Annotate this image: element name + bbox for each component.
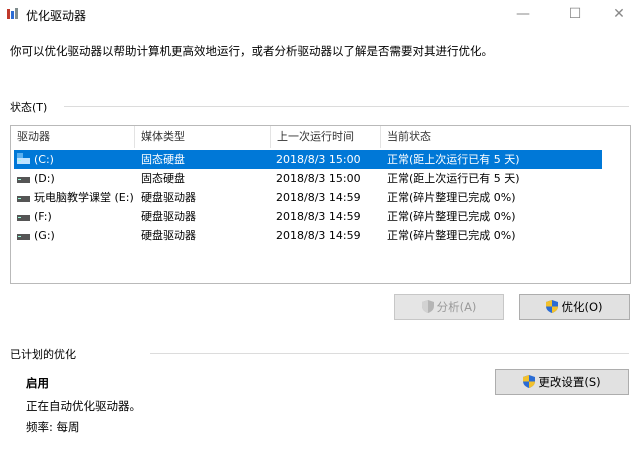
drive-name: (F:) — [34, 210, 52, 223]
drive-icon — [17, 194, 30, 202]
drive-icon — [17, 213, 30, 221]
media-type: 固态硬盘 — [141, 153, 185, 166]
column-header-drive[interactable]: 驱动器 — [11, 126, 135, 148]
last-run-time: 2018/8/3 14:59 — [276, 229, 361, 242]
last-run-time: 2018/8/3 14:59 — [276, 191, 361, 204]
media-type: 硬盘驱动器 — [141, 210, 196, 223]
current-status: 正常(距上次运行已有 5 天) — [387, 153, 520, 166]
schedule-state: 启用 — [26, 376, 49, 390]
drive-name: 玩电脑教学课堂 (E:) — [34, 191, 134, 204]
close-button[interactable]: ✕ — [596, 0, 640, 28]
drive-row-c[interactable]: (C:) 固态硬盘 2018/8/3 15:00 正常(距上次运行已有 5 天) — [14, 150, 602, 169]
current-status: 正常(碎片整理已完成 0%) — [387, 229, 516, 242]
status-section-divider — [64, 106, 629, 107]
drive-icon — [17, 232, 30, 240]
title-bar: 优化驱动器 — ☐ ✕ — [0, 0, 640, 28]
list-header: 驱动器 媒体类型 上一次运行时间 当前状态 — [11, 126, 630, 148]
analyze-button[interactable]: 分析(A) — [394, 294, 504, 320]
column-header-last-run[interactable]: 上一次运行时间 — [271, 126, 381, 148]
last-run-time: 2018/8/3 15:00 — [276, 153, 361, 166]
media-type: 硬盘驱动器 — [141, 229, 196, 242]
last-run-time: 2018/8/3 14:59 — [276, 210, 361, 223]
media-type: 固态硬盘 — [141, 172, 185, 185]
drives-list[interactable]: 驱动器 媒体类型 上一次运行时间 当前状态 (C:) 固态硬盘 2018/8/3… — [10, 125, 631, 284]
system-drive-icon — [17, 153, 30, 164]
description-text: 你可以优化驱动器以帮助计算机更高效地运行，或者分析驱动器以了解是否需要对其进行优… — [10, 44, 493, 58]
schedule-status-text: 正在自动优化驱动器。 — [26, 399, 141, 413]
drive-name: (D:) — [34, 172, 55, 185]
drive-icon — [17, 175, 30, 183]
column-header-status[interactable]: 当前状态 — [381, 126, 621, 148]
uac-shield-icon — [523, 375, 536, 388]
optimize-button[interactable]: 优化(O) — [519, 294, 630, 320]
analyze-button-label: 分析(A) — [436, 300, 477, 314]
change-settings-label: 更改设置(S) — [538, 375, 601, 389]
maximize-button[interactable]: ☐ — [552, 0, 598, 28]
drive-row-d[interactable]: (D:) 固态硬盘 2018/8/3 15:00 正常(距上次运行已有 5 天) — [14, 169, 602, 188]
schedule-frequency: 频率: 每周 — [26, 420, 80, 434]
media-type: 硬盘驱动器 — [141, 191, 196, 204]
current-status: 正常(碎片整理已完成 0%) — [387, 210, 516, 223]
change-settings-button[interactable]: 更改设置(S) — [495, 369, 629, 395]
uac-shield-icon — [421, 300, 434, 313]
defrag-app-icon — [7, 8, 18, 19]
drive-row-e[interactable]: 玩电脑教学课堂 (E:) 硬盘驱动器 2018/8/3 14:59 正常(碎片整… — [14, 188, 602, 207]
current-status: 正常(距上次运行已有 5 天) — [387, 172, 520, 185]
drive-row-f[interactable]: (F:) 硬盘驱动器 2018/8/3 14:59 正常(碎片整理已完成 0%) — [14, 207, 602, 226]
uac-shield-icon — [546, 300, 559, 313]
current-status: 正常(碎片整理已完成 0%) — [387, 191, 516, 204]
drive-name: (C:) — [34, 153, 54, 166]
schedule-section-label: 已计划的优化 — [10, 348, 76, 361]
schedule-section-divider — [150, 353, 629, 354]
status-section-label: 状态(T) — [10, 101, 48, 114]
minimize-button[interactable]: — — [500, 0, 546, 28]
column-header-media[interactable]: 媒体类型 — [135, 126, 271, 148]
optimize-button-label: 优化(O) — [561, 300, 603, 314]
window-title: 优化驱动器 — [26, 9, 87, 23]
last-run-time: 2018/8/3 15:00 — [276, 172, 361, 185]
drive-name: (G:) — [34, 229, 55, 242]
drive-row-g[interactable]: (G:) 硬盘驱动器 2018/8/3 14:59 正常(碎片整理已完成 0%) — [14, 226, 602, 245]
